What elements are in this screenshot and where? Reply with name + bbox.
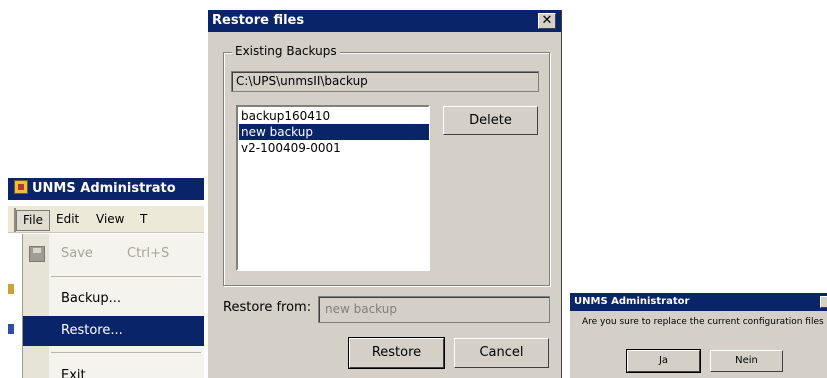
- menu-item-backup[interactable]: Backup...: [23, 285, 204, 313]
- menu-bar: File Edit View T: [8, 206, 204, 233]
- backup-path-field: C:\UPS\unmsII\backup: [231, 71, 539, 92]
- confirm-message: Are you sure to replace the current conf…: [582, 317, 824, 327]
- toolbar-edge-icon: [8, 324, 14, 334]
- close-icon[interactable]: ✕: [538, 13, 556, 29]
- confirm-title-bar[interactable]: UNMS Administrator: [570, 293, 827, 311]
- menubar-grip: [8, 208, 16, 232]
- cancel-button[interactable]: Cancel: [454, 338, 549, 368]
- app-window-fragment: UNMS Administrato File Edit View T Save …: [8, 178, 204, 378]
- left-edge-strip: [8, 274, 16, 374]
- app-icon: [14, 180, 28, 194]
- no-button[interactable]: Nein: [710, 350, 783, 372]
- menu-item-exit[interactable]: Exit: [23, 362, 204, 378]
- menu-separator: [51, 352, 201, 353]
- backup-list[interactable]: backup160410 new backup v2-100409-0001: [236, 105, 430, 271]
- app-title-bar[interactable]: UNMS Administrato: [8, 178, 204, 200]
- menu-edit[interactable]: Edit: [56, 210, 79, 229]
- list-item[interactable]: v2-100409-0001: [239, 140, 429, 156]
- restore-from-label: Restore from:: [223, 300, 312, 315]
- list-item[interactable]: backup160410: [239, 108, 429, 124]
- menu-tools[interactable]: T: [140, 210, 147, 229]
- group-label: Existing Backups: [232, 44, 340, 58]
- confirm-dialog: UNMS Administrator Are you sure to repla…: [570, 293, 827, 378]
- yes-button[interactable]: Ja: [626, 349, 701, 373]
- menu-item-save: Save Ctrl+S: [23, 240, 204, 268]
- restore-files-dialog: Restore files ✕ Existing Backups C:\UPS\…: [207, 10, 562, 378]
- menu-item-save-label: Save: [61, 246, 93, 261]
- menu-item-exit-label: Exit: [61, 368, 86, 378]
- menu-separator: [51, 276, 201, 277]
- list-item[interactable]: new backup: [239, 124, 429, 140]
- delete-button[interactable]: Delete: [443, 106, 538, 135]
- restore-from-field[interactable]: new backup: [318, 296, 550, 323]
- existing-backups-group: Existing Backups C:\UPS\unmsII\backup ba…: [223, 44, 550, 286]
- toolbar-edge-icon: [8, 284, 14, 294]
- dialog-title: Restore files: [212, 13, 305, 28]
- menu-item-backup-label: Backup...: [61, 291, 122, 306]
- menu-view[interactable]: View: [96, 210, 124, 229]
- menu-item-save-shortcut: Ctrl+S: [127, 246, 170, 261]
- save-icon: [29, 246, 45, 262]
- confirm-title: UNMS Administrator: [574, 296, 690, 307]
- restore-button[interactable]: Restore: [348, 337, 445, 369]
- file-menu-dropdown: Save Ctrl+S Backup... Restore... Exit: [22, 234, 204, 378]
- menu-file[interactable]: File: [16, 210, 50, 231]
- menu-item-restore[interactable]: Restore...: [23, 316, 204, 346]
- dialog-title-bar[interactable]: Restore files ✕: [208, 10, 561, 32]
- app-title: UNMS Administrato: [32, 181, 176, 196]
- close-icon[interactable]: [820, 296, 827, 308]
- menu-item-restore-label: Restore...: [61, 323, 123, 338]
